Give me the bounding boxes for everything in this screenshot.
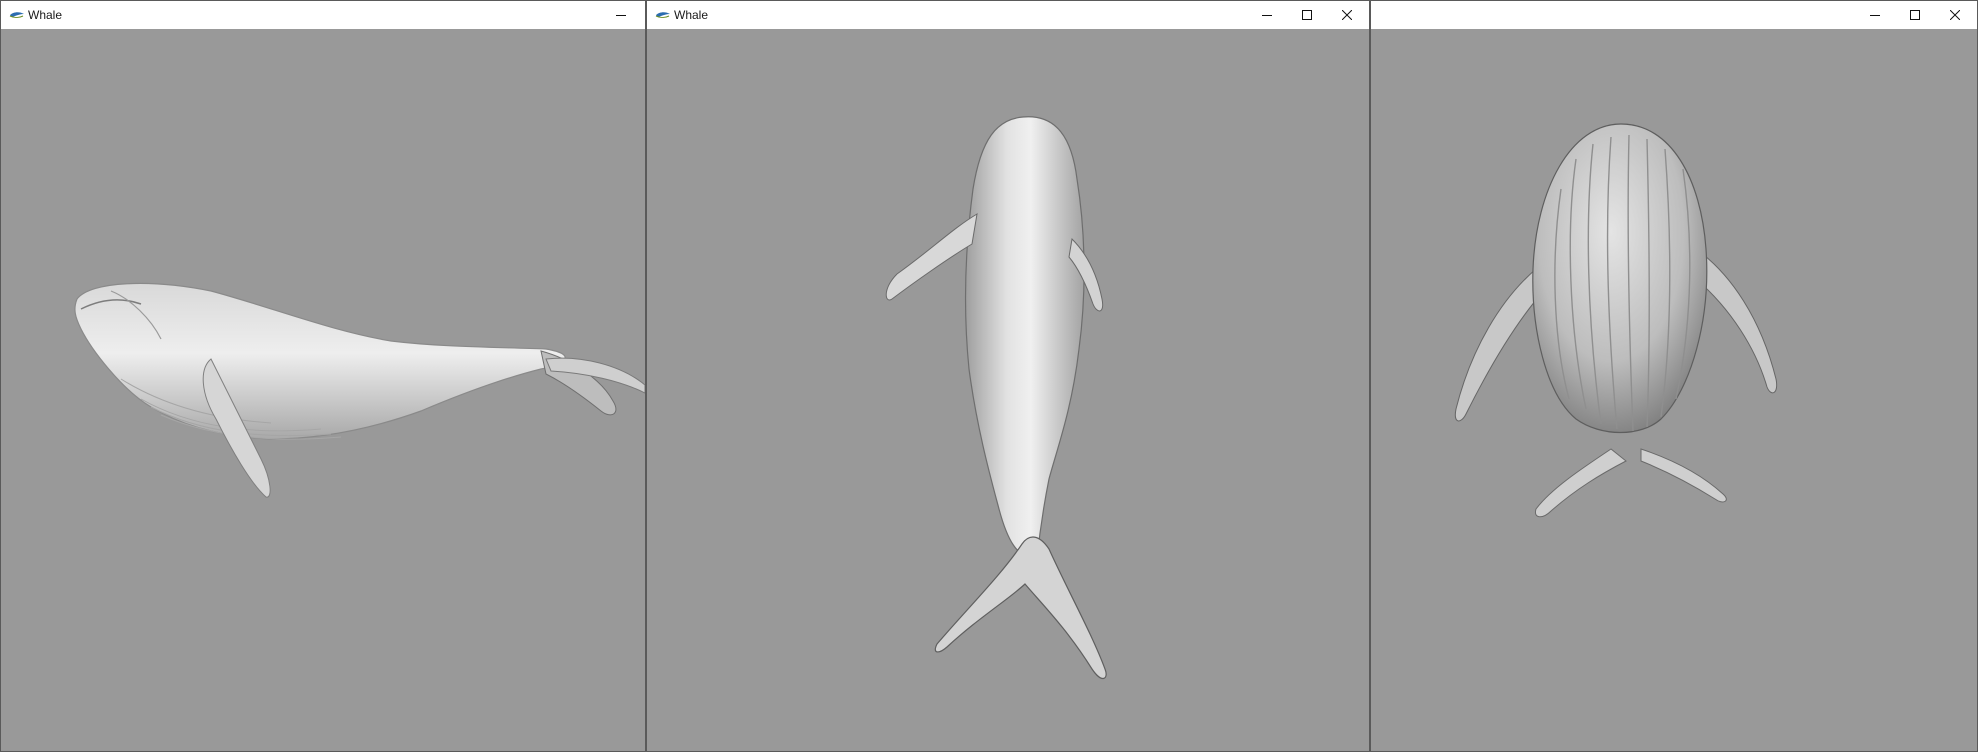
pectoral-fin-left [1454,268,1542,422]
whale-window-front [1370,0,1978,752]
minimize-icon [1262,15,1272,16]
3d-viewport[interactable] [1,29,645,751]
tail-fluke [934,536,1107,679]
tail-fluke [1534,448,1727,518]
close-icon [1950,10,1960,20]
whale-model-side-view [74,282,645,498]
minimize-button[interactable] [601,1,641,29]
pectoral-fin-left [885,213,978,301]
maximize-button[interactable] [1287,1,1327,29]
whale-body [1532,123,1708,434]
whale-model-front-view [1454,123,1778,518]
close-button[interactable] [1327,1,1367,29]
minimize-button[interactable] [1247,1,1287,29]
title-bar[interactable]: Whale [1,1,645,29]
minimize-icon [616,15,626,16]
window-title: Whale [28,8,63,22]
whale-model-top-view [885,116,1107,679]
close-icon [1342,10,1352,20]
maximize-button[interactable] [1895,1,1935,29]
3d-viewport[interactable] [647,29,1369,751]
whale-body [964,116,1085,560]
minimize-button[interactable] [1855,1,1895,29]
whale-body [74,282,566,440]
window-title: Whale [674,8,709,22]
close-button[interactable] [1935,1,1975,29]
whale-app-icon [655,12,670,18]
minimize-icon [1870,15,1880,16]
maximize-icon [1910,10,1920,20]
title-bar[interactable] [1371,1,1977,29]
maximize-icon [1302,10,1312,20]
whale-window-side: Whale [0,0,646,752]
title-bar[interactable]: Whale [647,1,1369,29]
3d-viewport[interactable] [1371,29,1977,751]
whale-app-icon [9,12,24,18]
pectoral-fin-right [1695,248,1778,394]
whale-window-top: Whale [646,0,1370,752]
